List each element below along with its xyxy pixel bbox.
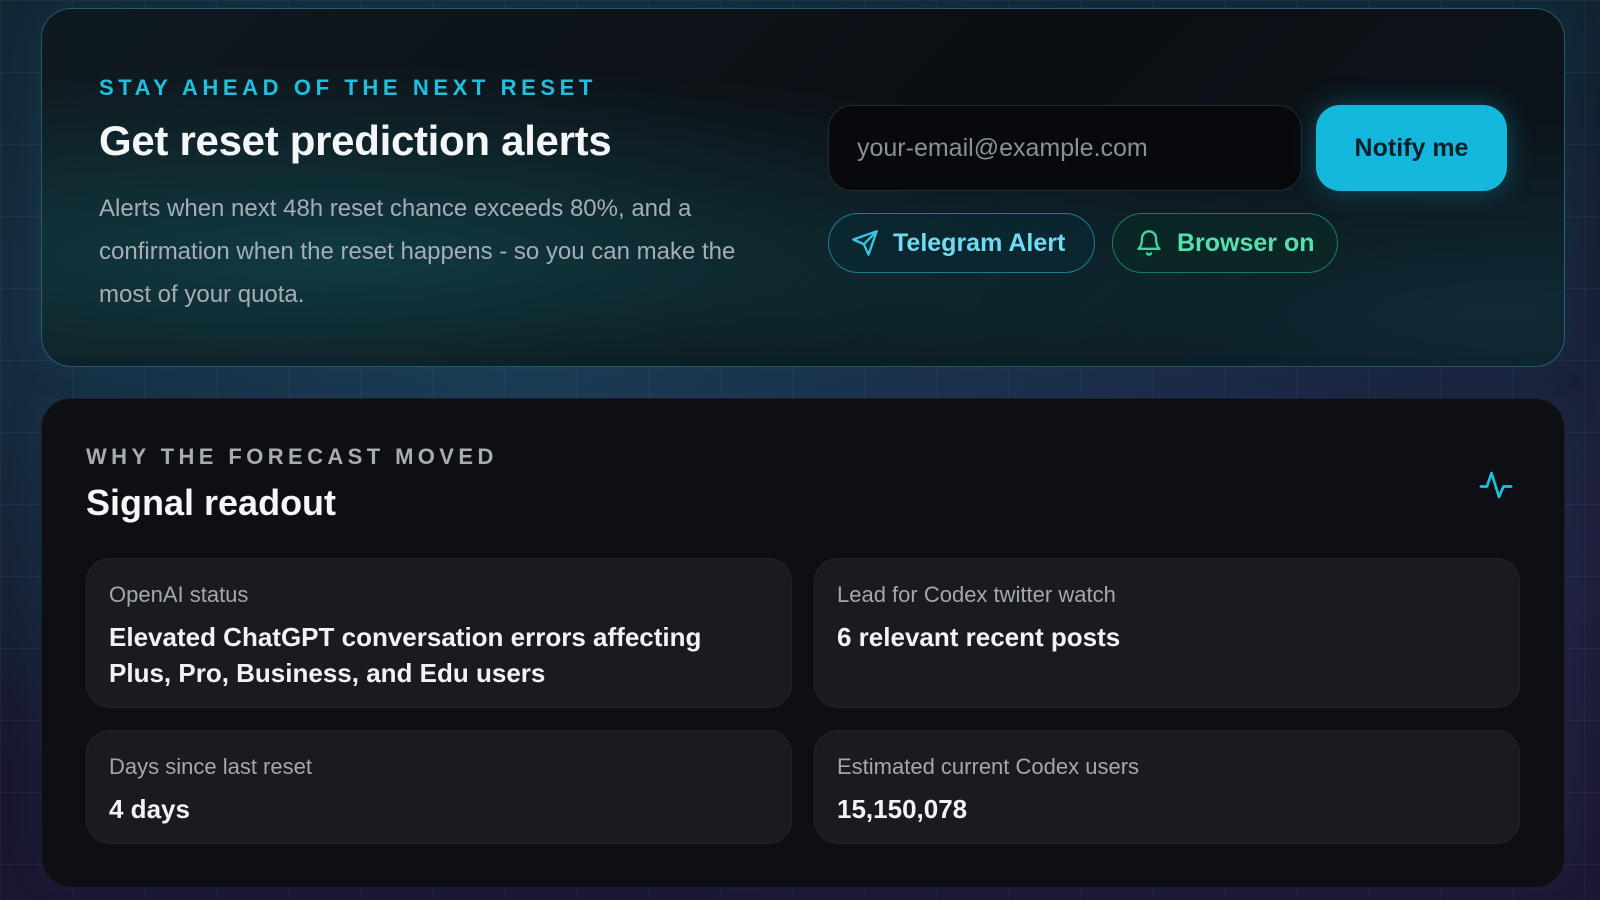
- browser-notification-label: Browser on: [1177, 228, 1315, 257]
- alert-title: Get reset prediction alerts: [99, 117, 612, 164]
- alert-signup-card: STAY AHEAD OF THE NEXT RESET Get reset p…: [41, 8, 1565, 367]
- tile-label: Estimated current Codex users: [837, 754, 1140, 779]
- signal-tile-codex-users: Estimated current Codex users 15,150,078: [814, 730, 1520, 844]
- tile-label: Lead for Codex twitter watch: [837, 582, 1116, 607]
- tile-value: 6 relevant recent posts: [837, 622, 1121, 652]
- signal-title: Signal readout: [86, 482, 337, 523]
- activity-pulse-icon: [1479, 471, 1513, 499]
- alert-description: Alerts when next 48h reset chance exceed…: [99, 195, 736, 308]
- telegram-alert-button[interactable]: Telegram Alert: [828, 213, 1095, 273]
- signal-readout-card: WHY THE FORECAST MOVED Signal readout Op…: [41, 398, 1565, 888]
- signal-tile-codex-twitter: Lead for Codex twitter watch 6 relevant …: [814, 558, 1520, 708]
- bell-icon: [1137, 230, 1161, 256]
- tile-label: OpenAI status: [109, 582, 249, 607]
- telegram-alert-label: Telegram Alert: [893, 228, 1066, 257]
- signal-tile-days-since-reset: Days since last reset 4 days: [86, 730, 792, 844]
- signal-tile-openai-status: OpenAI status Elevated ChatGPT conversat…: [86, 558, 792, 708]
- browser-notification-button[interactable]: Browser on: [1112, 213, 1338, 273]
- alert-eyebrow: STAY AHEAD OF THE NEXT RESET: [99, 75, 597, 100]
- signal-eyebrow: WHY THE FORECAST MOVED: [86, 444, 498, 469]
- tile-value: Elevated ChatGPT conversation errors aff…: [109, 622, 702, 688]
- tile-value: 4 days: [109, 794, 190, 824]
- send-icon: [852, 230, 878, 256]
- tile-label: Days since last reset: [109, 754, 312, 779]
- email-input[interactable]: [828, 105, 1302, 191]
- tile-value: 15,150,078: [837, 794, 968, 824]
- notify-me-button[interactable]: Notify me: [1316, 105, 1507, 191]
